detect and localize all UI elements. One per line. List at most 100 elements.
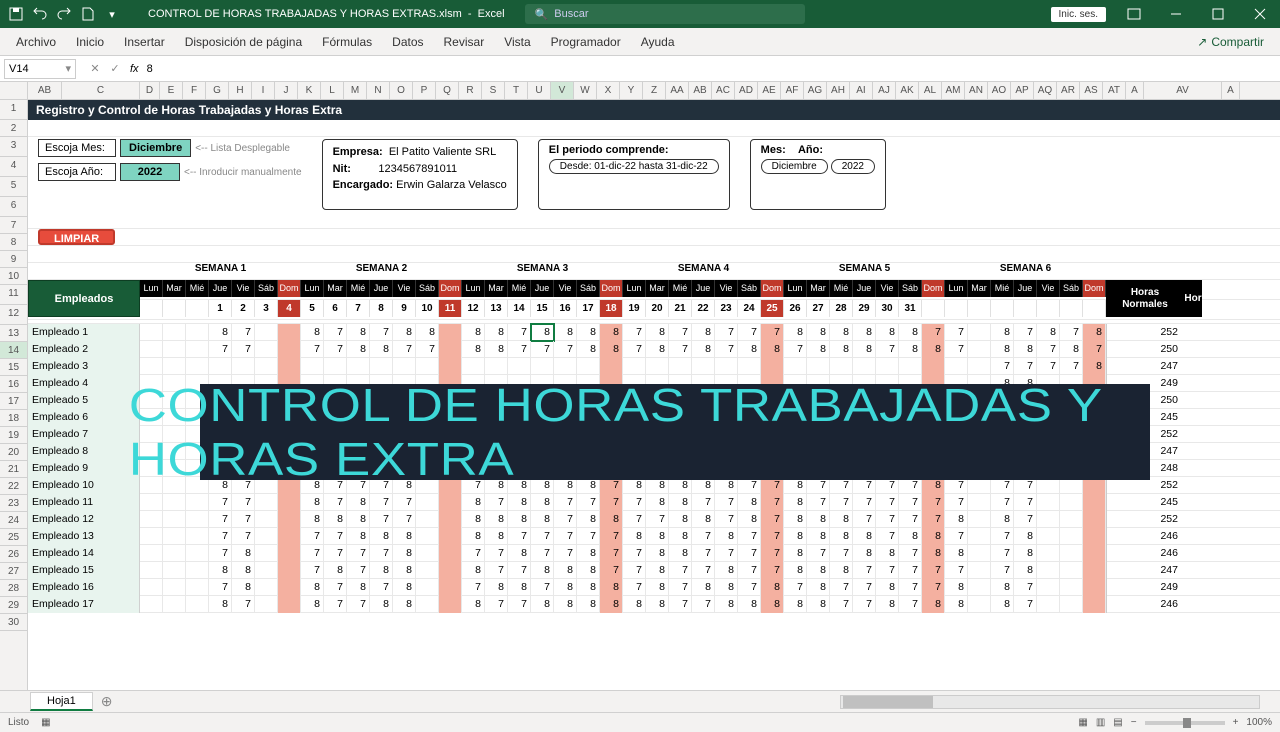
- hours-cell[interactable]: [968, 579, 991, 596]
- hours-cell[interactable]: 7: [347, 562, 370, 579]
- hours-cell[interactable]: 7: [623, 494, 646, 511]
- hours-cell[interactable]: [347, 358, 370, 375]
- hours-cell[interactable]: [1037, 579, 1060, 596]
- hours-cell[interactable]: [669, 358, 692, 375]
- hours-cell[interactable]: 7: [899, 545, 922, 562]
- hours-cell[interactable]: 8: [370, 341, 393, 358]
- enter-formula-icon[interactable]: ✓: [106, 62, 124, 75]
- ribbon-tab-insertar[interactable]: Insertar: [114, 29, 175, 55]
- hours-cell[interactable]: 7: [899, 579, 922, 596]
- col-header[interactable]: D: [140, 82, 160, 99]
- col-header[interactable]: W: [574, 82, 597, 99]
- hours-cell[interactable]: 7: [945, 494, 968, 511]
- col-header[interactable]: M: [344, 82, 367, 99]
- macro-icon[interactable]: ▦: [41, 717, 50, 728]
- hours-cell[interactable]: 8: [347, 528, 370, 545]
- hours-cell[interactable]: 8: [784, 545, 807, 562]
- hours-cell[interactable]: 8: [600, 511, 623, 528]
- hours-cell[interactable]: 7: [761, 528, 784, 545]
- row-header[interactable]: 15: [0, 359, 27, 376]
- hours-cell[interactable]: 8: [830, 528, 853, 545]
- hours-cell[interactable]: 7: [1014, 494, 1037, 511]
- hours-cell[interactable]: [1083, 545, 1106, 562]
- col-header[interactable]: I: [252, 82, 275, 99]
- hours-cell[interactable]: [163, 324, 186, 341]
- hours-cell[interactable]: 7: [508, 324, 531, 341]
- hours-cell[interactable]: 8: [646, 596, 669, 613]
- hours-cell[interactable]: 7: [807, 494, 830, 511]
- hours-cell[interactable]: 8: [646, 528, 669, 545]
- name-box[interactable]: V14▾: [4, 59, 76, 79]
- hours-cell[interactable]: 7: [508, 341, 531, 358]
- employee-name[interactable]: Empleado 14: [28, 545, 140, 562]
- hours-cell[interactable]: 7: [1060, 358, 1083, 375]
- hours-cell[interactable]: 7: [692, 528, 715, 545]
- hours-cell[interactable]: 7: [784, 341, 807, 358]
- hours-cell[interactable]: 8: [1083, 358, 1106, 375]
- horas-normales-cell[interactable]: 247: [1106, 562, 1184, 579]
- hours-cell[interactable]: 7: [646, 511, 669, 528]
- hours-cell[interactable]: [784, 358, 807, 375]
- ribbon-tab-datos[interactable]: Datos: [382, 29, 433, 55]
- hours-cell[interactable]: [853, 358, 876, 375]
- hours-cell[interactable]: 8: [830, 341, 853, 358]
- hours-cell[interactable]: 8: [692, 324, 715, 341]
- hours-cell[interactable]: 7: [209, 579, 232, 596]
- hours-cell[interactable]: 8: [485, 341, 508, 358]
- col-header[interactable]: Y: [620, 82, 643, 99]
- col-header[interactable]: AE: [758, 82, 781, 99]
- hours-cell[interactable]: 8: [462, 596, 485, 613]
- hours-cell[interactable]: 7: [945, 562, 968, 579]
- hours-cell[interactable]: 8: [646, 562, 669, 579]
- hours-cell[interactable]: 7: [209, 341, 232, 358]
- row-header[interactable]: 26: [0, 546, 27, 563]
- hours-cell[interactable]: [255, 341, 278, 358]
- hours-cell[interactable]: 8: [554, 324, 577, 341]
- hours-cell[interactable]: [1060, 562, 1083, 579]
- hours-cell[interactable]: 8: [692, 579, 715, 596]
- hours-cell[interactable]: 8: [393, 528, 416, 545]
- hours-cell[interactable]: 7: [209, 528, 232, 545]
- hours-cell[interactable]: 7: [554, 494, 577, 511]
- hours-cell[interactable]: 7: [738, 324, 761, 341]
- hours-cell[interactable]: 7: [324, 341, 347, 358]
- hours-cell[interactable]: 8: [554, 579, 577, 596]
- col-header[interactable]: AT: [1103, 82, 1126, 99]
- hours-cell[interactable]: [163, 596, 186, 613]
- hours-cell[interactable]: [439, 528, 462, 545]
- hours-cell[interactable]: 8: [646, 324, 669, 341]
- hours-cell[interactable]: [1083, 511, 1106, 528]
- horas-normales-cell[interactable]: 250: [1106, 341, 1184, 358]
- hours-cell[interactable]: [968, 545, 991, 562]
- row-header[interactable]: 18: [0, 410, 27, 427]
- view-layout-icon[interactable]: ▥: [1096, 717, 1105, 728]
- horas-normales-cell[interactable]: 249: [1106, 579, 1184, 596]
- col-header[interactable]: AP: [1011, 82, 1034, 99]
- hours-cell[interactable]: 8: [738, 511, 761, 528]
- hours-cell[interactable]: [163, 341, 186, 358]
- hours-cell[interactable]: 8: [784, 528, 807, 545]
- hours-cell[interactable]: 7: [508, 596, 531, 613]
- hours-cell[interactable]: [1083, 494, 1106, 511]
- hours-cell[interactable]: [439, 579, 462, 596]
- col-header[interactable]: A: [1222, 82, 1240, 99]
- col-header[interactable]: AK: [896, 82, 919, 99]
- hours-cell[interactable]: [761, 358, 784, 375]
- hours-cell[interactable]: [255, 562, 278, 579]
- hours-cell[interactable]: 8: [853, 341, 876, 358]
- col-header[interactable]: AB: [689, 82, 712, 99]
- hours-cell[interactable]: 7: [416, 341, 439, 358]
- row-header[interactable]: 2: [0, 120, 27, 137]
- hours-cell[interactable]: [163, 545, 186, 562]
- hours-cell[interactable]: 8: [807, 511, 830, 528]
- hours-cell[interactable]: 8: [876, 324, 899, 341]
- hours-cell[interactable]: 8: [738, 494, 761, 511]
- hours-cell[interactable]: 7: [669, 596, 692, 613]
- row-header[interactable]: 10: [0, 268, 27, 285]
- hours-cell[interactable]: [416, 596, 439, 613]
- hours-cell[interactable]: 7: [370, 545, 393, 562]
- hours-cell[interactable]: 8: [807, 596, 830, 613]
- maximize-icon[interactable]: [1198, 0, 1238, 28]
- employee-name[interactable]: Empleado 12: [28, 511, 140, 528]
- hours-cell[interactable]: 8: [347, 341, 370, 358]
